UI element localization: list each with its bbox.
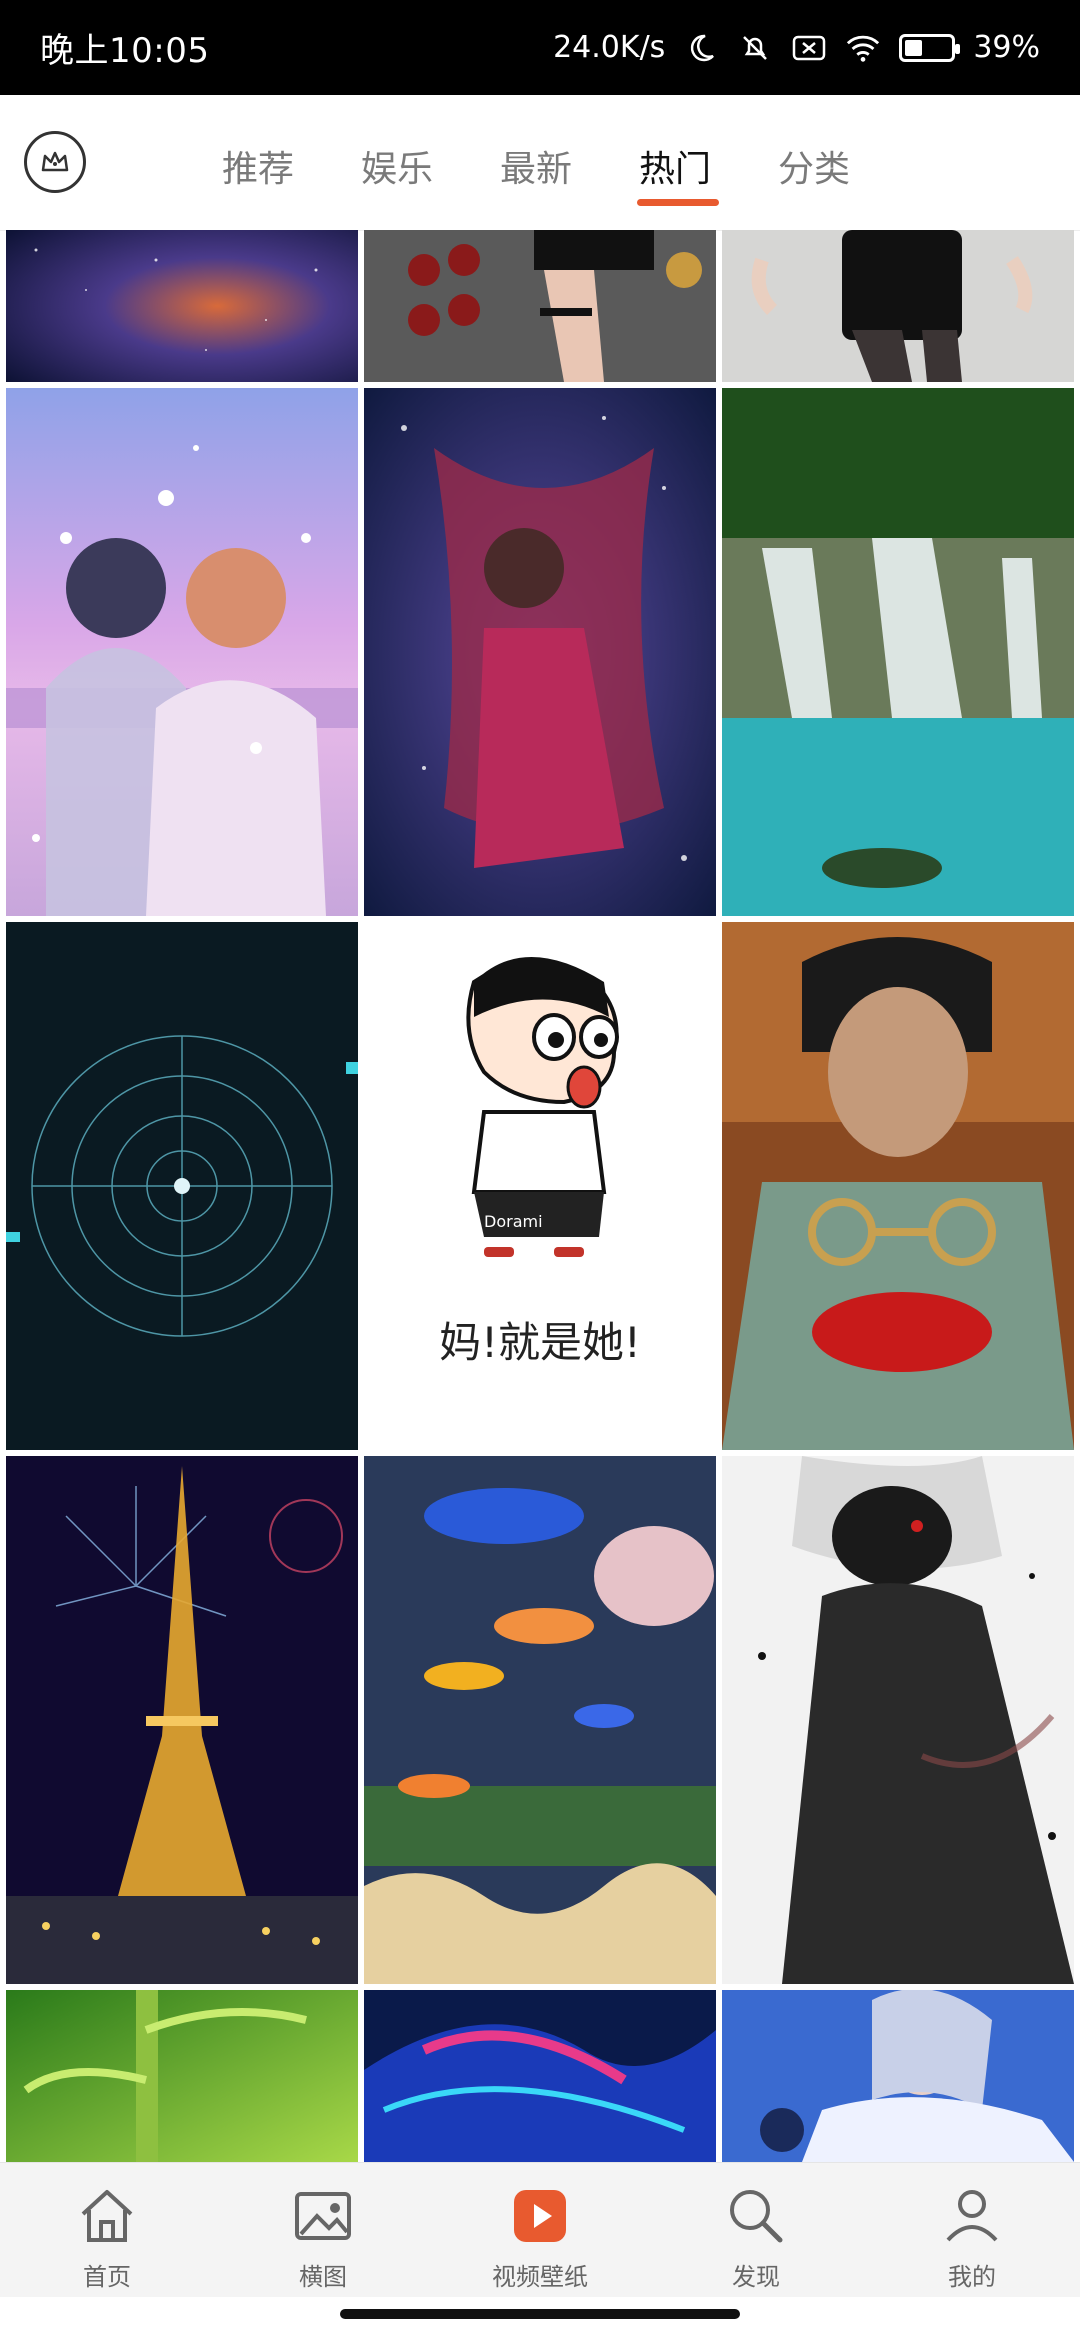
top-nav: 推荐 娱乐 最新 热门 分类 [0, 95, 1080, 231]
nav-video-wallpaper[interactable]: 视频壁纸 [470, 2181, 610, 2292]
nav-profile[interactable]: 我的 [902, 2181, 1042, 2292]
bottom-nav: 首页 横图 视频壁纸 发现 我的 [0, 2162, 1080, 2297]
tile-bamboo[interactable] [6, 1990, 358, 2162]
tile-crayon-shin[interactable]: Dorami 妈!就是她! [364, 922, 716, 1450]
nav-video-wallpaper-label: 视频壁纸 [492, 2263, 588, 2291]
moon-icon [683, 30, 719, 66]
tile-aquarium-fish[interactable] [364, 1456, 716, 1984]
nav-discover-label: 发现 [732, 2263, 780, 2291]
home-icon [72, 2181, 142, 2251]
status-bar: 晚上10:05 24.0K/s 39% [0, 0, 1080, 95]
nav-profile-label: 我的 [948, 2263, 996, 2291]
tile-galaxy[interactable] [6, 230, 358, 382]
tile-tech-circle[interactable] [6, 922, 358, 1450]
nav-landscape-label: 横图 [299, 2263, 347, 2291]
nav-home-label: 首页 [83, 2263, 131, 2291]
nav-home[interactable]: 首页 [37, 2181, 177, 2292]
tab-entertainment[interactable]: 娱乐 [361, 140, 433, 192]
tile-waterfall[interactable] [722, 388, 1074, 916]
tile-man-glasses[interactable] [722, 922, 1074, 1450]
active-tab-indicator [637, 199, 719, 206]
status-right: 24.0K/s 39% [553, 30, 1040, 66]
tile-masked-anime[interactable] [722, 1456, 1074, 1984]
tile-fantasy-warrior[interactable] [722, 1990, 1074, 2162]
tab-hot[interactable]: 热门 [639, 140, 711, 192]
nav-discover[interactable]: 发现 [686, 2181, 826, 2292]
wifi-icon [845, 30, 881, 66]
battery-text: 39% [973, 30, 1040, 65]
tile-anime-hair[interactable] [364, 1990, 716, 2162]
mute-bell-icon [737, 30, 773, 66]
shirt-text: Dorami [484, 1212, 543, 1231]
category-tabs: 推荐 娱乐 最新 热门 分类 [0, 95, 1080, 230]
profile-icon [937, 2181, 1007, 2251]
net-speed: 24.0K/s [553, 30, 666, 65]
status-time: 晚上10:05 [40, 31, 210, 71]
tile-legs-light[interactable] [722, 230, 1074, 382]
nav-landscape[interactable]: 横图 [253, 2181, 393, 2292]
tab-recommend[interactable]: 推荐 [222, 140, 294, 192]
tab-category[interactable]: 分类 [778, 140, 850, 192]
tab-latest[interactable]: 最新 [500, 140, 572, 192]
battery-icon [899, 33, 961, 62]
image-icon [288, 2181, 358, 2251]
tile-caption: 妈!就是她! [439, 1318, 641, 1367]
home-indicator[interactable] [340, 2309, 740, 2319]
tile-anime-girl[interactable] [364, 388, 716, 916]
search-icon [721, 2181, 791, 2251]
wallpaper-grid: Dorami 妈!就是她! [0, 230, 1080, 2162]
tile-eiffel-fireworks[interactable] [6, 1456, 358, 1984]
sim-off-icon [791, 30, 827, 66]
tile-couple-sparkles[interactable] [6, 388, 358, 916]
video-play-icon [505, 2181, 575, 2251]
tile-legs-dark[interactable] [364, 230, 716, 382]
